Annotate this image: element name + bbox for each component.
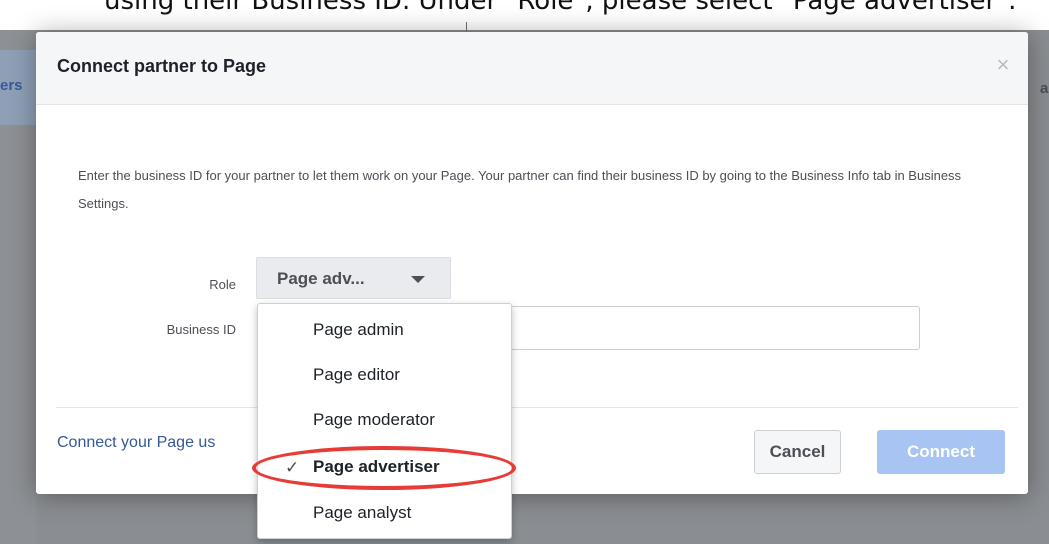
role-dropdown-value: Page adv... bbox=[277, 269, 365, 288]
menu-item-label: Page moderator bbox=[313, 410, 435, 429]
menu-item-label: Page editor bbox=[313, 365, 400, 384]
role-dropdown[interactable]: Page adv... bbox=[256, 257, 451, 299]
business-id-input[interactable] bbox=[446, 306, 920, 350]
connect-button[interactable]: Connect bbox=[877, 430, 1005, 474]
chevron-down-icon bbox=[411, 276, 425, 283]
menu-item-page-moderator[interactable]: Page moderator bbox=[258, 397, 511, 442]
cancel-button[interactable]: Cancel bbox=[754, 430, 841, 474]
close-icon[interactable]: × bbox=[992, 54, 1014, 76]
menu-item-page-admin[interactable]: Page admin bbox=[258, 307, 511, 352]
role-label: Role bbox=[209, 277, 236, 292]
background-left-tab-text: ers bbox=[0, 77, 23, 94]
menu-item-page-advertiser[interactable]: ✓ Page advertiser bbox=[258, 444, 511, 489]
role-menu: Page admin Page editor Page moderator ✓ … bbox=[257, 303, 512, 539]
connect-page-link[interactable]: Connect your Page us bbox=[57, 434, 215, 452]
caption-text: using their Business ID. Under "Role", p… bbox=[104, 0, 1017, 16]
checkmark-icon: ✓ bbox=[285, 458, 300, 477]
background-left-tab: ers bbox=[0, 50, 36, 125]
dialog-description: Enter the business ID for your partner t… bbox=[78, 168, 962, 211]
menu-item-label: Page admin bbox=[313, 320, 404, 339]
menu-item-page-analyst[interactable]: Page analyst bbox=[258, 490, 511, 535]
page-caption: using their Business ID. Under "Role", p… bbox=[0, 0, 1049, 30]
menu-item-label: Page analyst bbox=[313, 503, 412, 522]
menu-item-label: Page advertiser bbox=[313, 457, 440, 476]
dialog-title: Connect partner to Page bbox=[57, 56, 267, 76]
background-right-text: a bbox=[1040, 80, 1049, 97]
business-id-label: Business ID bbox=[166, 322, 236, 337]
footer-divider bbox=[56, 407, 1018, 408]
dialog-header: Connect partner to Page × bbox=[36, 32, 1028, 105]
menu-item-page-editor[interactable]: Page editor bbox=[258, 352, 511, 397]
connect-partner-dialog: Connect partner to Page × Enter the busi… bbox=[36, 32, 1028, 494]
